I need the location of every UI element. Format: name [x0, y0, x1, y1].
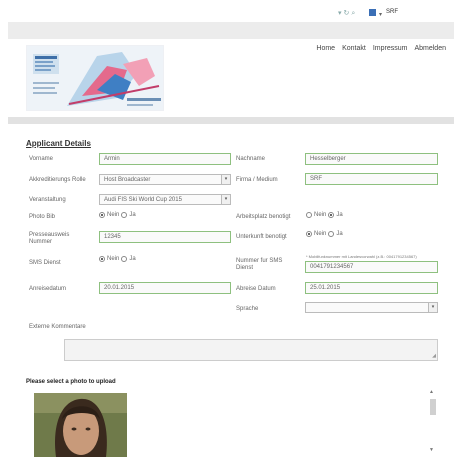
search-engine-icon[interactable] — [369, 9, 376, 16]
nachname-input[interactable]: Hesselberger — [305, 153, 438, 165]
sprache-label: Sprache — [236, 306, 259, 312]
firma-label: Firma / Medium — [236, 177, 278, 183]
firma-input[interactable]: SRF — [305, 173, 438, 185]
sms-nummer-input[interactable]: 0041791234567 — [305, 261, 438, 273]
photo-upload-title: Please select a photo to upload — [26, 379, 116, 385]
photo-bib-radios: Nein Ja — [99, 212, 136, 218]
dropdown-arrow-icon[interactable]: ▾ — [338, 10, 342, 17]
sms-label: SMS Dienst — [29, 260, 61, 266]
main-nav: Home Kontakt Impressum Abmelden — [316, 45, 446, 52]
site-header: Home Kontakt Impressum Abmelden — [8, 39, 454, 117]
arbeitsplatz-nein-radio[interactable] — [306, 212, 312, 218]
arbeitsplatz-ja-label: Ja — [336, 212, 343, 218]
address-tools: ▾ ↻ ⌕ — [338, 9, 357, 18]
arbeitsplatz-label: Arbeitsplatz benotigt — [236, 214, 291, 220]
sms-nein-label: Nein — [107, 256, 120, 262]
refresh-icon[interactable]: ↻ — [344, 10, 350, 17]
kommentare-label: Externe Kommentare — [29, 324, 86, 330]
engine-dropdown-icon[interactable]: ▾ — [379, 11, 382, 18]
photo-bib-nein-radio[interactable] — [99, 212, 105, 218]
arbeitsplatz-ja-radio[interactable] — [328, 212, 335, 218]
chevron-down-icon[interactable]: ▾ — [221, 175, 230, 184]
unterkunft-label: Unterkunft benotigt — [236, 234, 287, 240]
sms-nummer-label: Nummer fur SMS Dienst — [236, 258, 283, 271]
nav-impressum[interactable]: Impressum — [373, 45, 408, 52]
section-title: Applicant Details — [26, 139, 91, 148]
unterkunft-nein-radio[interactable] — [306, 231, 312, 237]
sms-nummer-hint: * Mobilfunknummer mit Landesvorwahl (z.B… — [306, 254, 417, 259]
nav-kontakt[interactable]: Kontakt — [342, 45, 366, 52]
top-strip — [8, 22, 454, 39]
photo-scrollbar[interactable]: ▲ ▼ — [427, 389, 439, 453]
sprache-select[interactable]: ▾ — [305, 302, 438, 313]
akk-rolle-value: Host Broadcaster — [104, 177, 151, 183]
abreise-label: Abreise Datum — [236, 286, 276, 292]
nav-abmelden[interactable]: Abmelden — [414, 45, 446, 52]
chevron-down-icon[interactable]: ▾ — [221, 195, 230, 204]
anreise-label: Anreisedatum — [29, 286, 67, 292]
arbeitsplatz-radios: Nein Ja — [306, 212, 343, 218]
presseausweis-label: Presseausweis Nummer — [29, 232, 70, 245]
chevron-down-icon[interactable]: ▾ — [428, 303, 437, 312]
veranstaltung-label: Veranstaltung — [29, 197, 66, 203]
sms-ja-radio[interactable] — [121, 256, 128, 262]
veranstaltung-select[interactable]: Audi FIS Ski World Cup 2015 ▾ — [99, 194, 231, 205]
search-icon[interactable]: ⌕ — [351, 10, 355, 17]
scroll-thumb[interactable] — [430, 399, 436, 415]
photo-bib-label: Photo Bib — [29, 214, 56, 220]
unterkunft-ja-radio[interactable] — [328, 231, 335, 237]
veranstaltung-value: Audi FIS Ski World Cup 2015 — [104, 197, 182, 203]
unterkunft-nein-label: Nein — [314, 231, 327, 237]
resize-grip-icon[interactable]: ◢ — [432, 353, 436, 359]
sms-radios: Nein Ja — [99, 256, 136, 262]
vorname-label: Vorname — [29, 156, 54, 162]
akk-rolle-label: Akkreditierungs Rolle — [29, 177, 86, 183]
vorname-input[interactable]: Armin — [99, 153, 231, 165]
scroll-down-icon[interactable]: ▼ — [429, 447, 434, 453]
nachname-label: Nachname — [236, 156, 266, 162]
browser-toolbar: ▾ ↻ ⌕ ▾ SRF — [0, 0, 454, 22]
nav-home[interactable]: Home — [316, 45, 335, 52]
presseausweis-input[interactable]: 12345 — [99, 231, 231, 243]
akk-rolle-select[interactable]: Host Broadcaster ▾ — [99, 174, 231, 185]
abreise-input[interactable]: 25.01.2015 — [305, 282, 438, 294]
sms-nein-radio[interactable] — [99, 256, 105, 262]
browser-search-input[interactable]: SRF — [386, 9, 446, 15]
applicant-photo — [34, 393, 127, 457]
photo-bib-nein-label: Nein — [107, 212, 120, 218]
header-divider — [8, 117, 454, 124]
scroll-up-icon[interactable]: ▲ — [429, 389, 434, 395]
arbeitsplatz-nein-label: Nein — [314, 212, 327, 218]
anreise-input[interactable]: 20.01.2015 — [99, 282, 231, 294]
sms-ja-label: Ja — [129, 256, 136, 262]
unterkunft-radios: Nein Ja — [306, 231, 343, 237]
photo-bib-ja-label: Ja — [129, 212, 136, 218]
unterkunft-ja-label: Ja — [336, 231, 343, 237]
event-logo-banner[interactable] — [26, 45, 164, 111]
photo-bib-ja-radio[interactable] — [121, 212, 128, 218]
kommentare-textarea[interactable]: ◢ — [64, 339, 438, 361]
